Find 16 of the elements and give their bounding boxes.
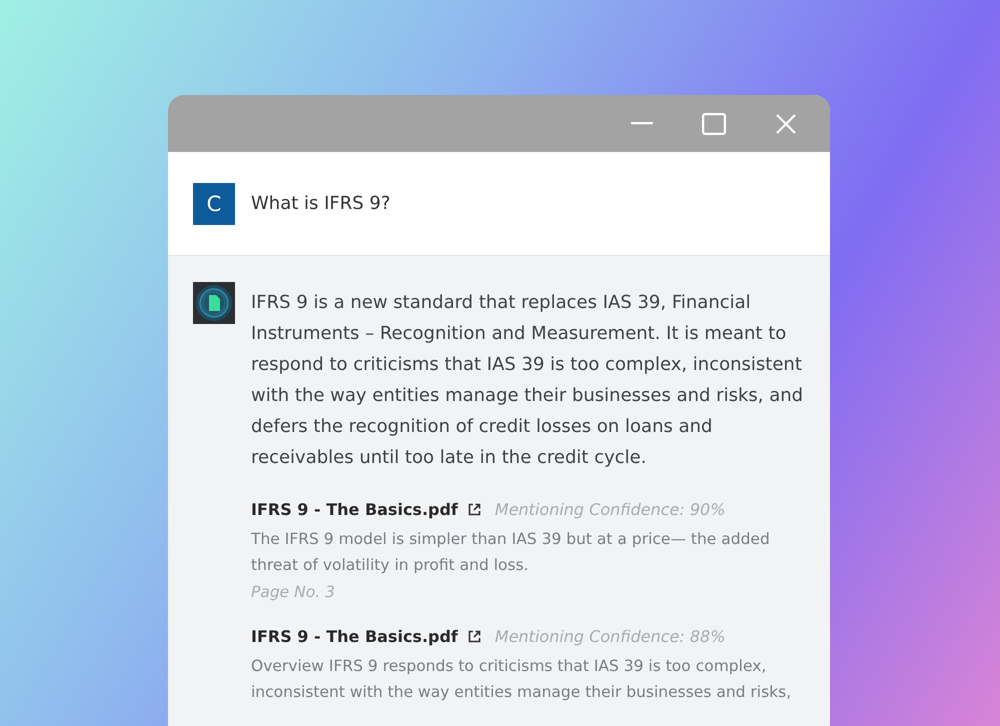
external-link-icon[interactable]	[468, 630, 481, 642]
answer-text: IFRS 9 is a new standard that replaces IAS 39, Financial Instruments – Recognition and Measurement. It is meant to respond to criticisms that IAS 39 is too complex, inconsistent with the way entities manage their businesses and risks, and defers the recognition of credit losses on loans and receivables until too late in the credit cycle.	[251, 291, 804, 470]
user-avatar: C	[193, 182, 235, 224]
source-snippet: Overview IFRS 9 responds to criticisms that IAS 39 is too complex, inconsistent with the way entities manage their businesses and risks,	[251, 656, 792, 703]
file-link[interactable]: IFRS 9 - The Basics.pdf	[251, 626, 458, 646]
maximize-icon	[702, 112, 726, 134]
close-icon	[776, 114, 796, 134]
document-bot-icon	[193, 282, 235, 324]
external-link-icon[interactable]	[468, 502, 481, 516]
confidence-label: Mentioning Confidence: 90%	[494, 500, 726, 518]
file-link[interactable]: IFRS 9 - The Basics.pdf	[251, 500, 458, 518]
question-text: What is IFRS 9?	[251, 193, 390, 214]
minimize-icon	[631, 122, 653, 125]
source-snippet: The IFRS 9 model is simpler than IAS 39 but at a price— the added threat of volatility in profit and loss.	[251, 529, 771, 576]
page-number: Page No. 3	[251, 583, 336, 601]
confidence-label: Mentioning Confidence: 88%	[494, 626, 726, 646]
